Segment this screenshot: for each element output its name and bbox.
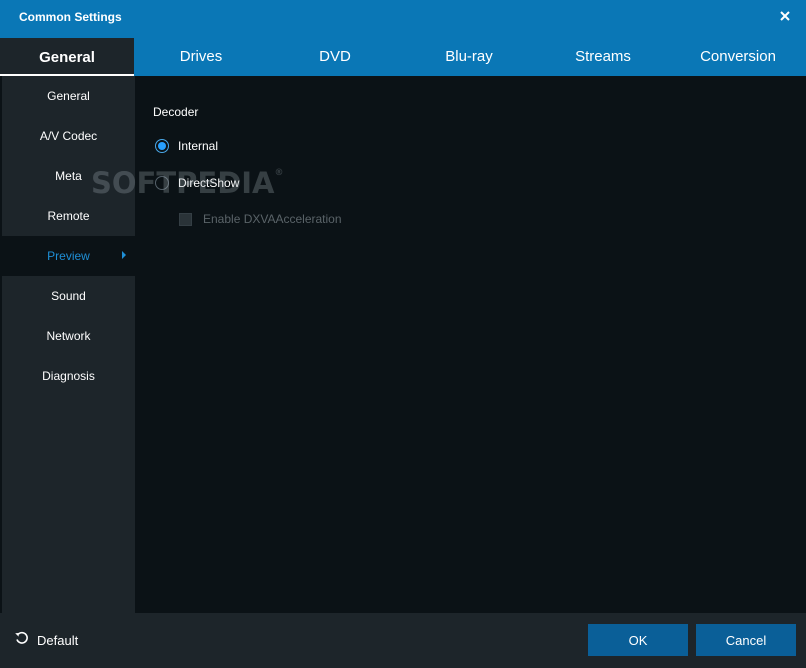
tab-general[interactable]: General xyxy=(0,36,134,76)
tab-label: Blu-ray xyxy=(445,47,493,65)
dxva-checkbox xyxy=(179,212,192,226)
sidebar-item-remote[interactable]: Remote xyxy=(2,196,135,236)
close-icon[interactable] xyxy=(778,6,792,26)
dxva-label: Enable DXVAAcceleration xyxy=(203,212,342,226)
tab-blu-ray[interactable]: Blu-ray xyxy=(402,36,536,76)
softpedia-watermark: SOFTPEDIA® xyxy=(91,166,284,200)
dialog-footer: Default OK Cancel xyxy=(0,613,806,668)
decoder-internal-option[interactable]: Internal xyxy=(155,138,218,154)
settings-panel: Decoder Internal DirectShow Enable DXVAA… xyxy=(135,76,806,613)
settings-sidebar: General A/V Codec Meta Remote Preview So… xyxy=(2,76,135,613)
cancel-button[interactable]: Cancel xyxy=(696,624,796,656)
sidebar-item-av-codec[interactable]: A/V Codec xyxy=(2,116,135,156)
sidebar-item-label: Diagnosis xyxy=(42,369,95,383)
sidebar-item-preview[interactable]: Preview xyxy=(2,236,135,276)
sidebar-item-label: General xyxy=(47,89,90,103)
default-button[interactable]: Default xyxy=(14,630,78,651)
sidebar-item-network[interactable]: Network xyxy=(2,316,135,356)
sidebar-item-general[interactable]: General xyxy=(2,76,135,116)
sidebar-item-label: Network xyxy=(46,329,91,343)
internal-radio[interactable] xyxy=(155,139,169,153)
ok-button[interactable]: OK xyxy=(588,624,688,656)
sidebar-item-label: Preview xyxy=(47,249,90,263)
registered-mark: ® xyxy=(274,168,284,178)
tab-drives[interactable]: Drives xyxy=(134,36,268,76)
tab-dvd[interactable]: DVD xyxy=(268,36,402,76)
sidebar-item-label: Meta xyxy=(55,169,82,183)
chevron-right-icon xyxy=(122,251,126,259)
decoder-section-label: Decoder xyxy=(153,105,199,119)
tab-conversion[interactable]: Conversion xyxy=(670,36,806,76)
title-bar: Common Settings xyxy=(0,0,806,36)
tab-label: General xyxy=(39,48,95,66)
tab-label: Conversion xyxy=(700,47,776,65)
watermark-text: SOFTPEDIA xyxy=(91,166,275,200)
tab-label: DVD xyxy=(319,47,351,65)
sidebar-item-label: Remote xyxy=(47,209,90,223)
default-label: Default xyxy=(37,633,79,648)
tab-streams[interactable]: Streams xyxy=(536,36,670,76)
sidebar-item-sound[interactable]: Sound xyxy=(2,276,135,316)
tab-label: Drives xyxy=(179,47,223,65)
main-tabs: General Drives DVD Blu-ray Streams Conve… xyxy=(0,36,806,76)
tab-label: Streams xyxy=(575,47,631,65)
sidebar-item-diagnosis[interactable]: Diagnosis xyxy=(2,356,135,396)
window-title: Common Settings xyxy=(19,10,122,24)
sidebar-item-label: A/V Codec xyxy=(39,129,98,143)
dxva-option: Enable DXVAAcceleration xyxy=(179,211,342,227)
reset-icon xyxy=(14,630,30,651)
internal-label: Internal xyxy=(178,139,219,153)
sidebar-item-label: Sound xyxy=(51,289,86,303)
